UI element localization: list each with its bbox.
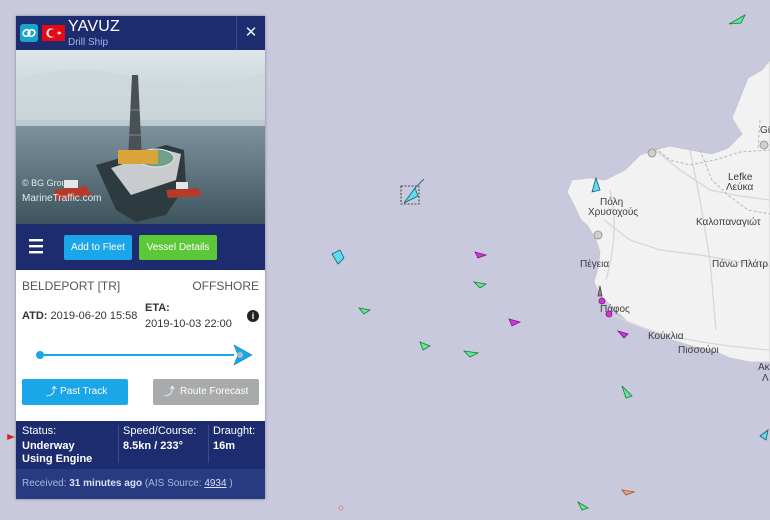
vessel-stats: Status: Underway Using Engine Speed/Cour… (16, 421, 265, 469)
speed-course-value: 8.5kn / 233° (123, 440, 184, 452)
info-icon[interactable]: i (247, 310, 259, 322)
past-track-button[interactable]: ⤴ Past Track (22, 379, 128, 405)
place-label-chrysochous: Χρυσοχούς (588, 207, 639, 218)
draught-label: Draught: (213, 425, 256, 437)
place-label-pissouri: Πισσούρι (678, 345, 719, 356)
close-icon[interactable]: ✕ (236, 16, 265, 50)
place-label-pano-platres: Πάνω Πλάτρ (712, 259, 769, 270)
eta-value: 2019-10-03 22:00 (145, 318, 232, 330)
atd-value: 2019-06-20 15:58 (50, 310, 138, 322)
add-to-fleet-button[interactable]: Add to Fleet (64, 235, 132, 260)
route-forecast-button[interactable]: ⤴ Route Forecast (153, 379, 259, 405)
eta-label: ETA: (145, 302, 170, 314)
vessel-type: Drill Ship (68, 37, 109, 48)
voyage-progress-bar (36, 344, 253, 366)
panel-toolbar: Add to Fleet Vessel Details (16, 224, 265, 270)
received-time: 31 minutes ago (69, 478, 143, 489)
vessel-info-panel: YAVUZ Drill Ship ✕ © BG Group MarineTraf… (16, 16, 265, 499)
panel-header: YAVUZ Drill Ship ✕ (16, 16, 265, 50)
status-label: Status: (22, 425, 57, 437)
ais-prefix: (AIS Source: (142, 478, 205, 489)
place-label-edge-right-2: Λ (762, 373, 769, 384)
received-footer: Received: 31 minutes ago (AIS Source: 49… (16, 469, 265, 499)
status-line-1: Underway (22, 440, 75, 452)
turkey-flag-icon (42, 25, 65, 41)
photo-credit: © BG Group (22, 178, 72, 188)
vessel-details-button[interactable]: Vessel Details (139, 235, 217, 260)
voyage-info: BELDEPORT [TR] OFFSHORE ATD: 2019-06-20 … (16, 270, 265, 421)
divider (208, 425, 209, 463)
speed-course-label: Speed/Course: (123, 425, 197, 437)
ais-source-link[interactable]: 4934 (204, 478, 226, 489)
place-label-kouklia: Κούκλια (648, 331, 684, 342)
vessel-name: YAVUZ (68, 18, 120, 35)
departure-port[interactable]: BELDEPORT [TR] (22, 279, 120, 293)
panel-collapse-marker[interactable] (6, 434, 16, 440)
route-icon: ⤴ (164, 386, 175, 398)
place-label-pegeia: Πέγεια (580, 259, 610, 270)
place-label-pafos: Πάφος (600, 304, 630, 315)
place-label-lefka: Λεύκα (726, 182, 754, 193)
photo-watermark: MarineTraffic.com (22, 193, 102, 204)
vessel-photo[interactable]: © BG Group MarineTraffic.com (16, 50, 265, 224)
place-label-edge-top: Gü (760, 125, 770, 136)
destination: OFFSHORE (192, 279, 259, 293)
place-label-edge-right-1: Ακ (758, 362, 770, 373)
track-icon: ⤴ (46, 386, 57, 398)
link-icon[interactable] (20, 24, 38, 42)
received-prefix: Received: (22, 478, 70, 489)
status-line-2: Using Engine (22, 453, 93, 465)
place-label-kalopanagiotis: Καλοπαναγιώτ (696, 217, 761, 228)
route-forecast-label: Route Forecast (180, 386, 249, 397)
ais-suffix: ) (226, 478, 233, 489)
atd-label: ATD: (22, 310, 48, 322)
divider (118, 425, 119, 463)
draught-value: 16m (213, 440, 236, 452)
hamburger-menu-icon[interactable] (22, 235, 50, 259)
past-track-label: Past Track (60, 386, 108, 397)
